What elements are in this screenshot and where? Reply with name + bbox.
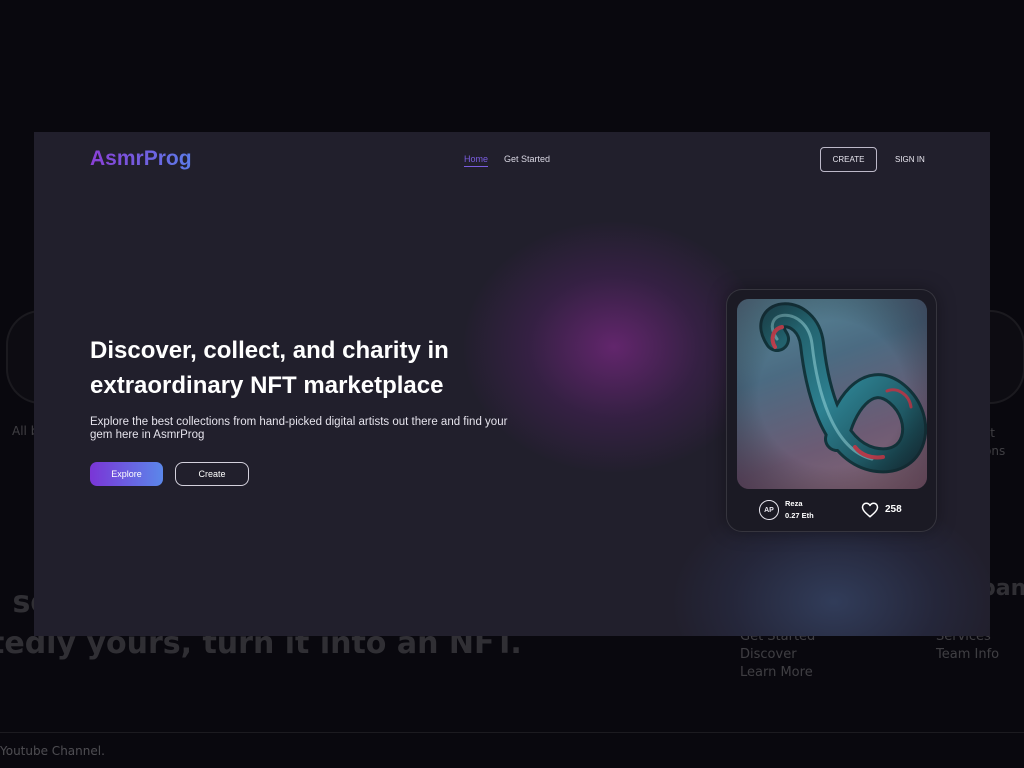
background-link[interactable]: Learn More bbox=[740, 664, 815, 682]
nft-price: 0.27 Eth bbox=[785, 511, 814, 520]
logo[interactable]: AsmrProg bbox=[90, 147, 192, 171]
nft-artwork-image[interactable] bbox=[737, 299, 927, 489]
hero-panel: AsmrProg Home Get Started CREATE SIGN IN… bbox=[34, 132, 990, 636]
owner-name: Reza bbox=[785, 499, 803, 508]
header-create-button[interactable]: CREATE bbox=[820, 147, 877, 172]
nft-meta: AP Reza 0.27 Eth 258 bbox=[737, 496, 927, 524]
main-nav: Home Get Started bbox=[464, 154, 550, 167]
sign-in-link[interactable]: SIGN IN bbox=[895, 155, 925, 164]
nft-artwork-shape bbox=[737, 299, 927, 489]
background-links-column-1: Get Started Discover Learn More bbox=[740, 628, 815, 682]
background-link[interactable]: Discover bbox=[740, 646, 815, 664]
footer-divider bbox=[0, 732, 1024, 733]
footer-text: Youtube Channel. bbox=[0, 744, 105, 758]
create-button[interactable]: Create bbox=[175, 462, 249, 486]
owner-avatar[interactable]: AP bbox=[759, 500, 779, 520]
explore-button[interactable]: Explore bbox=[90, 462, 163, 486]
hero-title: Discover, collect, and charity in extrao… bbox=[90, 337, 449, 399]
heart-icon[interactable] bbox=[861, 501, 879, 519]
background-link[interactable]: Team Info bbox=[936, 646, 999, 664]
hero-subtitle: Explore the best collections from hand-p… bbox=[90, 416, 508, 441]
nav-get-started-link[interactable]: Get Started bbox=[504, 154, 550, 167]
nft-card[interactable]: AP Reza 0.27 Eth 258 bbox=[726, 289, 937, 532]
nav-home-link[interactable]: Home bbox=[464, 154, 489, 167]
likes-count: 258 bbox=[885, 504, 902, 515]
